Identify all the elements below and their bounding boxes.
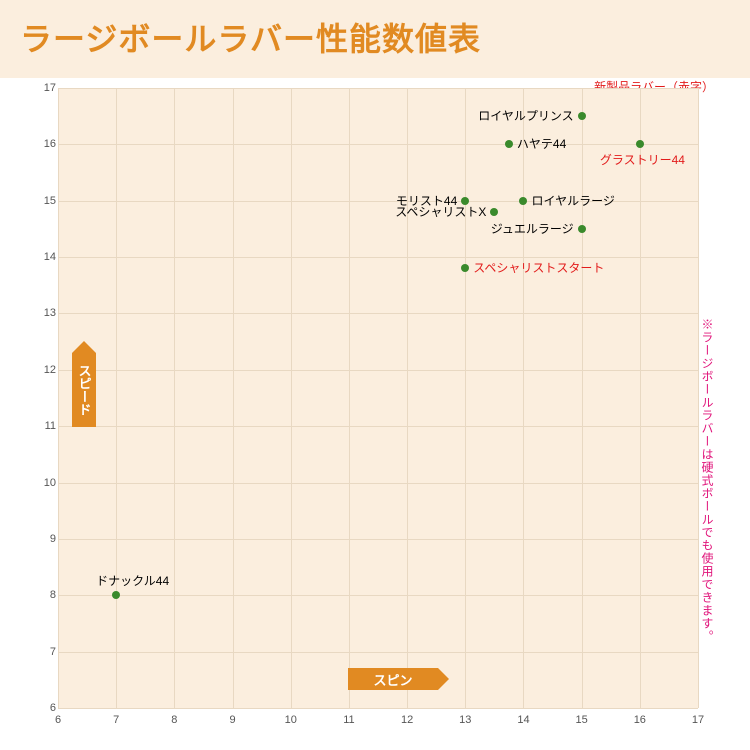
gridline-h [58, 370, 698, 371]
data-point [490, 208, 498, 216]
gridline-v [523, 88, 524, 708]
gridline-h [58, 313, 698, 314]
data-point [461, 264, 469, 272]
gridline-v [116, 88, 117, 708]
x-tick: 14 [517, 714, 529, 726]
gridline-h [58, 595, 698, 596]
data-point-label: ドナックル44 [96, 575, 169, 587]
gridline-v [233, 88, 234, 708]
scatter-plot: ドナックル44モリスト44スペシャリストXスペシャリストスタートハヤテ44ロイヤ… [58, 88, 698, 708]
data-point-label: ジュエルラージ [491, 223, 574, 235]
x-tick: 16 [634, 714, 646, 726]
y-tick: 11 [42, 420, 56, 432]
chart-area: 新製品ラバー（赤字） ドナックル44モリスト44スペシャリストXスペシャリストス… [28, 78, 722, 738]
gridline-v [640, 88, 641, 708]
x-tick: 10 [285, 714, 297, 726]
x-axis-label-text: スピン [373, 670, 412, 689]
gridline-h [58, 708, 698, 709]
x-tick: 6 [55, 714, 61, 726]
y-tick: 8 [42, 589, 56, 601]
x-tick: 9 [229, 714, 235, 726]
gridline-v [174, 88, 175, 708]
y-tick: 10 [42, 477, 56, 489]
gridline-v [291, 88, 292, 708]
x-tick: 15 [576, 714, 588, 726]
gridline-v [58, 88, 59, 708]
gridline-h [58, 257, 698, 258]
y-tick: 12 [42, 364, 56, 376]
page-title: ラージボールラバー性能数値表 [20, 14, 730, 60]
data-point [505, 140, 513, 148]
gridline-v [582, 88, 583, 708]
y-tick: 7 [42, 646, 56, 658]
data-point [578, 225, 586, 233]
y-tick: 6 [42, 702, 56, 714]
data-point-label: ハヤテ44 [517, 138, 566, 150]
gridline-v [349, 88, 350, 708]
data-point-label: ロイヤルプリンス [478, 110, 573, 122]
title-bar: ラージボールラバー性能数値表 [0, 0, 750, 78]
data-point [519, 197, 527, 205]
gridline-h [58, 88, 698, 89]
data-point-label: スペシャリストスタート [473, 262, 604, 274]
data-point [578, 112, 586, 120]
data-point-label: スペシャリストX [395, 206, 486, 218]
y-axis-label: スピード [72, 353, 96, 427]
x-tick: 12 [401, 714, 413, 726]
data-point [112, 591, 120, 599]
gridline-h [58, 483, 698, 484]
data-point-label: ロイヤルラージ [531, 195, 614, 207]
y-axis-label-text: スピード [75, 364, 94, 416]
x-tick: 8 [171, 714, 177, 726]
x-tick: 7 [113, 714, 119, 726]
data-point-label: グラストリー44 [600, 154, 685, 166]
gridline-v [407, 88, 408, 708]
y-tick: 17 [42, 82, 56, 94]
y-tick: 13 [42, 307, 56, 319]
side-note: ※ラージボールラバーは硬式ボールでも使用できます。 [699, 318, 716, 643]
y-tick: 14 [42, 251, 56, 263]
x-axis-label: スピン [348, 668, 438, 690]
gridline-h [58, 652, 698, 653]
gridline-h [58, 144, 698, 145]
x-tick: 13 [459, 714, 471, 726]
y-tick: 16 [42, 138, 56, 150]
x-tick: 17 [692, 714, 704, 726]
gridline-h [58, 426, 698, 427]
data-point [636, 140, 644, 148]
y-tick: 9 [42, 533, 56, 545]
y-tick: 15 [42, 195, 56, 207]
gridline-h [58, 539, 698, 540]
data-point [461, 197, 469, 205]
gridline-v [465, 88, 466, 708]
x-tick: 11 [343, 714, 354, 726]
